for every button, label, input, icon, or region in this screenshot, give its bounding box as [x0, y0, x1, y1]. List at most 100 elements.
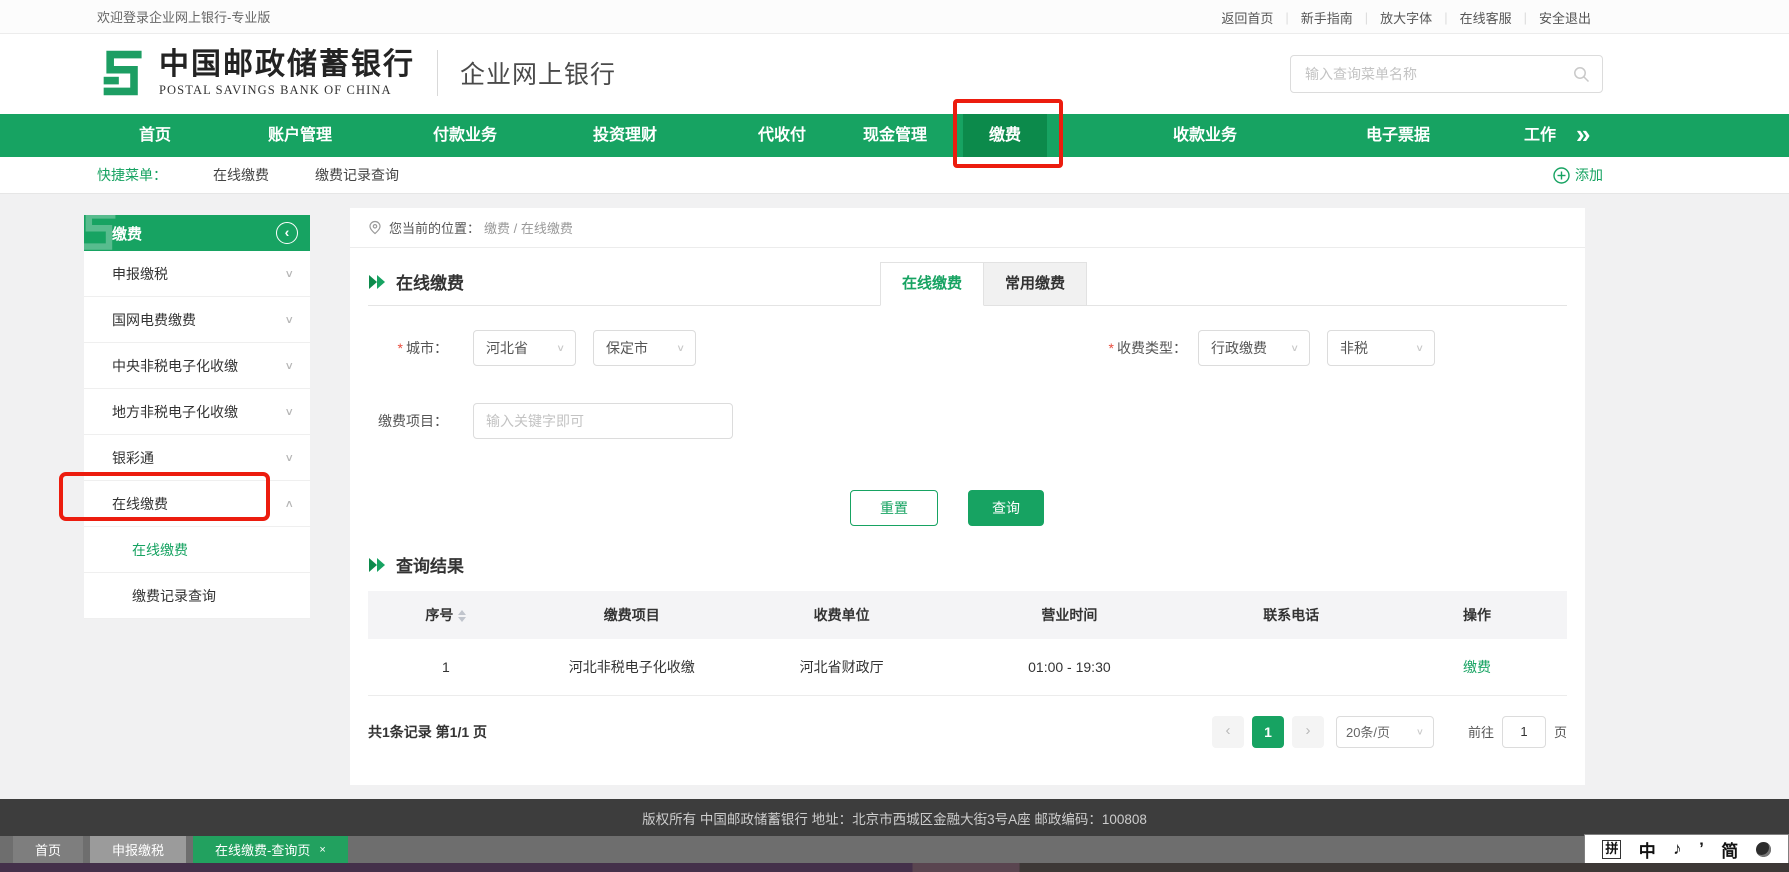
quick-menu-online-payment[interactable]: 在线缴费	[213, 165, 269, 185]
quick-menu-label: 快捷菜单：	[97, 165, 167, 185]
cell-action: 缴费	[1387, 639, 1567, 695]
sidebar-item-yincaitong[interactable]: 银彩通	[84, 435, 310, 481]
menu-search-box	[1290, 55, 1603, 93]
nav-item-cash-management[interactable]: 现金管理	[863, 114, 927, 157]
city-select[interactable]: 保定市	[593, 330, 696, 366]
copyright-text: 版权所有 中国邮政储蓄银行 地址：北京市西城区金融大街3号A座 邮政编码：100…	[642, 808, 1147, 828]
fee-type-label: 收费类型：	[1075, 330, 1187, 366]
nav-item-payments[interactable]: 付款业务	[433, 114, 497, 157]
chevron-down-icon	[1416, 725, 1424, 738]
sidebar-item-tax-payment[interactable]: 申报缴税	[84, 251, 310, 297]
tab-frequent-payment[interactable]: 常用缴费	[984, 262, 1087, 306]
column-phone: 联系电话	[1195, 591, 1387, 639]
bank-names: 中国邮政储蓄银行 POSTAL SAVINGS BANK OF CHINA	[159, 49, 415, 98]
results-table: 序号 缴费项目 收费单位 营业时间 联系电话 操作 1 河北非税电子化收缴 河北…	[368, 591, 1567, 696]
fee-subtype-select[interactable]: 非税	[1327, 330, 1435, 366]
page-size-select[interactable]: 20条/页	[1336, 716, 1434, 748]
sidebar-item-central-nontax[interactable]: 中央非税电子化收缴	[84, 343, 310, 389]
product-name: 企业网上银行	[460, 55, 616, 91]
reset-button[interactable]: 重置	[850, 490, 938, 526]
task-tab-online-payment-query[interactable]: 在线缴费-查询页	[193, 836, 348, 863]
browser-tab-bar: 首页 申报缴税 在线缴费-查询页 拼 中 ♪ ’ 简	[0, 836, 1789, 863]
prev-page-button[interactable]	[1212, 716, 1244, 748]
nav-item-investment[interactable]: 投资理财	[593, 114, 657, 157]
nav-item-fee-payment[interactable]: 缴费	[963, 114, 1047, 157]
results-title: 查询结果	[368, 552, 1585, 577]
page-number-button[interactable]: 1	[1252, 716, 1284, 748]
footer: 版权所有 中国邮政储蓄银行 地址：北京市西城区金融大街3号A座 邮政编码：100…	[0, 799, 1789, 836]
search-input[interactable]	[1305, 66, 1573, 82]
bank-name-cn: 中国邮政储蓄银行	[159, 49, 415, 81]
project-label: 缴费项目：	[353, 403, 448, 439]
query-button[interactable]: 查询	[968, 490, 1044, 526]
task-tab-home[interactable]: 首页	[13, 836, 83, 863]
sidebar-subitem-online-payment[interactable]: 在线缴费	[84, 527, 310, 573]
link-logout[interactable]: 安全退出	[1527, 8, 1603, 27]
cell-seq: 1	[368, 639, 524, 695]
ime-pinyin-icon[interactable]: 拼	[1602, 840, 1621, 859]
cell-hours: 01:00 - 19:30	[944, 639, 1196, 695]
goto-page: 前往 页	[1468, 716, 1567, 748]
column-seq[interactable]: 序号	[368, 591, 524, 639]
bank-name-en: POSTAL SAVINGS BANK OF CHINA	[159, 83, 415, 98]
ime-chinese-mode-icon[interactable]: 中	[1639, 837, 1656, 862]
double-chevron-right-icon[interactable]	[1576, 114, 1587, 157]
link-font-size[interactable]: 放大字体	[1368, 8, 1444, 27]
nav-item-accounts[interactable]: 账户管理	[268, 114, 332, 157]
section-title: 在线缴费	[368, 269, 464, 294]
record-summary: 共1条记录 第1/1 页	[368, 722, 487, 742]
quick-menu-payment-records[interactable]: 缴费记录查询	[315, 165, 399, 185]
goto-suffix: 页	[1554, 722, 1567, 741]
top-bar: 欢迎登录企业网上银行-专业版 返回首页| 新手指南| 放大字体| 在线客服| 安…	[0, 0, 1789, 34]
add-label: 添加	[1575, 165, 1603, 185]
next-page-button[interactable]	[1292, 716, 1324, 748]
sidebar-item-local-nontax[interactable]: 地方非税电子化收缴	[84, 389, 310, 435]
search-icon[interactable]	[1573, 66, 1590, 83]
cell-agency: 河北省财政厅	[740, 639, 944, 695]
breadcrumb-path[interactable]: 缴费 / 在线缴费	[484, 218, 573, 237]
table-row: 1 河北非税电子化收缴 河北省财政厅 01:00 - 19:30 缴费	[368, 639, 1567, 695]
nav-item-home[interactable]: 首页	[139, 114, 171, 157]
psbc-logo-icon	[95, 47, 147, 99]
nav-item-collection-payment[interactable]: 代收付	[758, 114, 806, 157]
pagination: 共1条记录 第1/1 页 1 20条/页 前往 页	[368, 716, 1567, 748]
link-home[interactable]: 返回首页	[1209, 8, 1285, 27]
fee-type-select[interactable]: 行政缴费	[1198, 330, 1310, 366]
ime-moon-icon[interactable]: ♪	[1673, 839, 1682, 859]
location-pin-icon	[368, 220, 382, 235]
nav-item-e-bills[interactable]: 电子票据	[1366, 114, 1430, 157]
add-quick-menu-button[interactable]: 添加	[1553, 165, 1603, 185]
sidebar-subitem-payment-records[interactable]: 缴费记录查询	[84, 573, 310, 619]
breadcrumb-prefix: 您当前的位置：	[389, 218, 480, 237]
ime-simplified-icon[interactable]: 简	[1721, 837, 1738, 862]
double-triangle-icon	[368, 557, 387, 573]
project-keyword-input[interactable]	[473, 403, 733, 439]
tab-online-payment[interactable]: 在线缴费	[880, 262, 984, 306]
ime-logo-icon[interactable]	[1756, 842, 1771, 857]
screen: 欢迎登录企业网上银行-专业版 返回首页| 新手指南| 放大字体| 在线客服| 安…	[0, 0, 1789, 872]
os-taskbar-strip	[0, 863, 1789, 872]
cell-phone	[1195, 639, 1387, 695]
column-hours: 营业时间	[944, 591, 1196, 639]
sidebar-item-state-grid-electricity[interactable]: 国网电费缴费	[84, 297, 310, 343]
pay-link[interactable]: 缴费	[1463, 659, 1491, 675]
ime-toolbar[interactable]: 拼 中 ♪ ’ 简	[1584, 834, 1789, 864]
ime-punctuation-icon[interactable]: ’	[1699, 839, 1704, 859]
nav-item-workbench[interactable]: 工作	[1524, 114, 1556, 157]
sort-icon[interactable]	[458, 610, 466, 622]
goto-page-input[interactable]	[1502, 716, 1546, 748]
sidebar-collapse-icon[interactable]	[276, 222, 298, 244]
chevron-down-icon	[284, 358, 294, 374]
welcome-text: 欢迎登录企业网上银行-专业版	[97, 7, 270, 26]
task-tab-tax-payment[interactable]: 申报缴税	[90, 836, 186, 863]
link-customer-service[interactable]: 在线客服	[1448, 8, 1524, 27]
nav-item-receivables[interactable]: 收款业务	[1173, 114, 1237, 157]
chevron-down-icon	[284, 404, 294, 420]
sidebar-title: 缴费	[84, 215, 310, 251]
close-icon[interactable]	[319, 844, 325, 856]
province-select[interactable]: 河北省	[473, 330, 576, 366]
main-nav: 首页 账户管理 付款业务 投资理财 代收付 现金管理 缴费 收款业务 电子票据 …	[0, 114, 1789, 157]
link-guide[interactable]: 新手指南	[1289, 8, 1365, 27]
sidebar-item-online-payment[interactable]: 在线缴费	[84, 481, 310, 527]
chevron-down-icon	[676, 341, 685, 355]
